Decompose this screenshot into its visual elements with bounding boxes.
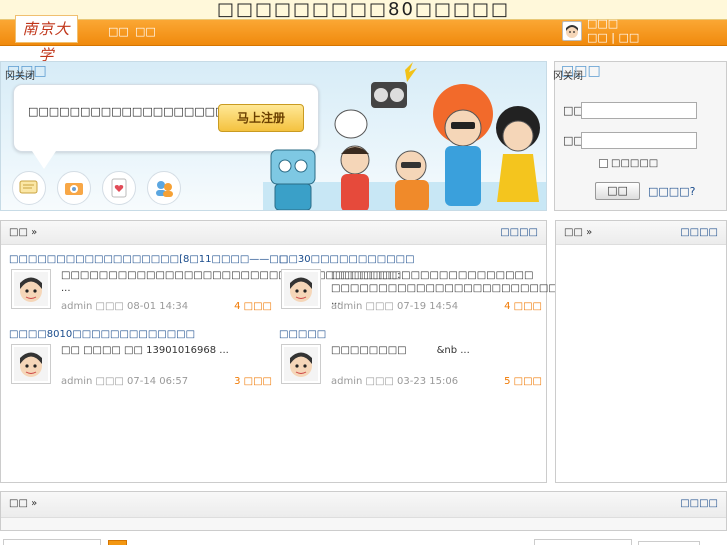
post-title[interactable]: □□□□□ (279, 329, 326, 340)
post-avatar[interactable] (281, 344, 321, 384)
footer-select[interactable] (638, 541, 700, 545)
posts-panel-header: □□ » □□□□ (1, 221, 546, 245)
remember-me[interactable]: □□□□□ (599, 158, 658, 169)
site-title: □□□□□□□□□80□□□□□ (217, 0, 510, 20)
bottom-panel-title[interactable]: □□ » (9, 498, 37, 509)
avatar-face-icon (14, 272, 48, 306)
welcome-banner: □□□ 冈关闭 □□□□□□□□□□□□□□□□□□□□□□…… 马上注册 (0, 61, 547, 211)
side-panel: □□ » □□□□ (555, 220, 727, 483)
posts-panel-title[interactable]: □□ » (9, 227, 37, 238)
password-input[interactable] (581, 132, 697, 149)
post-meta: admin □□□ 07-19 14:54 (331, 301, 459, 312)
post-meta: admin □□□ 03-23 15:06 (331, 376, 459, 387)
posts-panel: □□ » □□□□ □□□□□□□□□□□□□□□□□□[8□11□□□□——□… (0, 220, 564, 483)
side-more-link[interactable]: □□□□ (680, 227, 718, 238)
user-avatar[interactable] (562, 21, 582, 41)
post-item: □□□□8010□□□□□□□□□□□□□ □□ □□□□ □□ 1390101… (9, 329, 272, 403)
post-excerpt: □□□□□□□□ &nb ... (331, 345, 470, 356)
user-links: □□ | □□ (587, 31, 639, 44)
login-button[interactable]: □□ (595, 182, 640, 200)
remember-checkbox[interactable] (599, 159, 608, 168)
post-excerpt: □□ □□□□ □□ 13901016968 ... (61, 345, 229, 356)
post-avatar[interactable] (11, 344, 51, 384)
heart-card-icon[interactable] (102, 171, 136, 205)
remember-label: □□□□□ (611, 158, 659, 169)
post-meta: admin □□□ 08-01 14:34 (61, 301, 189, 312)
nav-link-2[interactable]: □□ (135, 25, 156, 38)
avatar-face-icon (14, 347, 48, 381)
side-panel-title[interactable]: □□ » (564, 227, 592, 238)
post-item: □□□□□□□□□□□□□□□□□□[8□11□□□□——□□ □□□□□□□□… (9, 254, 533, 328)
nav-link-1[interactable]: □□ (108, 25, 129, 38)
user-link-separator: | (611, 31, 616, 44)
post-title[interactable]: □□□□8010□□□□□□□□□□□□□ (9, 329, 195, 340)
post-replies[interactable]: 4 □□□ (504, 301, 542, 312)
cartoon-group-illustration (263, 62, 546, 210)
forgot-password-link[interactable]: □□□□? (648, 185, 695, 198)
camera-icon[interactable] (57, 171, 91, 205)
page: □□□□□□□□□80□□□□□ 南京大学 □□ □□ □□□ □□ | □□ … (0, 0, 727, 545)
people-icon[interactable] (147, 171, 181, 205)
post-title[interactable]: □□□□□□□□□□□□□□□□□□[8□11□□□□——□□ (9, 254, 288, 265)
post-meta: admin □□□ 07-14 06:57 (61, 376, 189, 387)
side-panel-header: □□ » □□□□ (556, 221, 726, 245)
post-replies[interactable]: 3 □□□ (234, 376, 272, 387)
posts-more-link[interactable]: □□□□ (500, 227, 538, 238)
message-icon[interactable] (12, 171, 46, 205)
nav-bar: 南京大学 □□ □□ □□□ □□ | □□ (0, 15, 727, 64)
footer-search-button[interactable] (108, 540, 127, 545)
post-title[interactable]: □□30□□□□□□□□□□□ (279, 254, 415, 265)
bottom-panel: □□ » □□□□ (0, 491, 727, 531)
username-input[interactable] (581, 102, 697, 119)
post-replies[interactable]: 4 □□□ (234, 301, 272, 312)
logo[interactable]: 南京大学 (15, 15, 78, 64)
banner-close-link[interactable]: 冈关闭 (5, 67, 35, 82)
avatar-face-icon (284, 347, 318, 381)
user-link-1[interactable]: □□ (587, 31, 608, 44)
login-close-link[interactable]: 冈关闭 (553, 67, 583, 82)
post-avatar[interactable] (281, 269, 321, 309)
bottom-more-link[interactable]: □□□□ (680, 498, 718, 509)
post-avatar[interactable] (11, 269, 51, 309)
login-box: □□□ 冈关闭 □□□ □□□ □□□□□ □□ □□□□? (553, 61, 727, 211)
post-replies[interactable]: 5 □□□ (504, 376, 542, 387)
user-link-2[interactable]: □□ (619, 31, 640, 44)
post-item: □□30□□□□□□□□□□□ □□□□□□□: □□□□□□□□□□□□□□□… (279, 254, 564, 328)
footer-input-2[interactable] (534, 539, 632, 545)
post-item: □□□□□ □□□□□□□□ &nb ... admin □□□ 03-23 1… (279, 329, 542, 403)
avatar-face-icon (566, 25, 578, 38)
user-name[interactable]: □□□ (587, 17, 618, 30)
bottom-panel-header: □□ » □□□□ (1, 492, 726, 518)
post-excerpt: □□□□□□□□□□□□□□□□□□□□□□□□□□□□□□□□□□□□□□□□… (61, 270, 533, 294)
footer-search-input[interactable] (3, 539, 101, 545)
avatar-face-icon (284, 272, 318, 306)
